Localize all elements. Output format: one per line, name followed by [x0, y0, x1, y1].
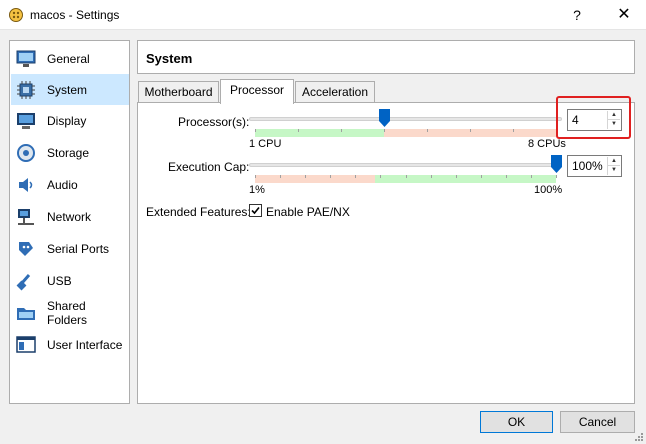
sidebar-item-label: USB [47, 273, 72, 288]
sidebar-item-storage[interactable]: Storage [11, 137, 129, 168]
execution-cap-slider-handle[interactable] [551, 155, 562, 173]
page-title: System [146, 51, 193, 66]
resize-grip-icon[interactable] [634, 432, 644, 442]
sidebar-item-label: Audio [47, 177, 78, 192]
extended-features-label: Extended Features: [146, 205, 251, 219]
settings-sidebar: General System Display Storage Audio Net… [9, 40, 130, 404]
scale-tick [405, 175, 407, 178]
scale-tick [505, 175, 507, 178]
sidebar-item-label: Storage [47, 145, 90, 160]
execution-cap-spinbox[interactable]: 100% ▲ ▼ [567, 155, 622, 177]
scale-tick [298, 129, 299, 132]
page-header: System [137, 40, 635, 74]
sidebar-item-label: Serial Ports [47, 241, 110, 256]
virtualbox-icon [9, 8, 23, 22]
scale-tick [513, 129, 514, 132]
scale-tick [556, 175, 557, 178]
sidebar-item-label: Network [47, 209, 92, 224]
scale-tick [355, 175, 357, 178]
close-icon: ✕ [617, 6, 631, 23]
sidebar-item-usb[interactable]: USB [11, 265, 129, 296]
sidebar-item-label: General [47, 51, 90, 66]
scale-tick [384, 129, 385, 132]
scale-tick [280, 175, 282, 178]
scale-segment [255, 129, 384, 137]
processor-slider-track[interactable] [249, 117, 562, 121]
sidebar-item-label: User Interface [47, 337, 123, 352]
sidebar-item-label: System [47, 82, 88, 97]
execution-cap-value: 100% [572, 159, 603, 173]
sidebar-item-network[interactable]: Network [11, 201, 129, 232]
help-button[interactable]: ? [560, 0, 594, 30]
scale-tick [430, 175, 432, 178]
spin-up-icon[interactable]: ▲ [608, 157, 620, 166]
folder-icon [15, 302, 37, 324]
checkmark-icon [251, 206, 260, 215]
sidebar-item-system[interactable]: System [11, 74, 129, 105]
user-interface-icon [15, 334, 37, 356]
enable-pae-nx-label[interactable]: Enable PAE/NX [266, 205, 350, 219]
processor-max-label: 8 CPUs [528, 138, 566, 150]
tab-motherboard[interactable]: Motherboard [138, 81, 219, 103]
execution-cap-label: Execution Cap: [168, 160, 250, 174]
disk-icon [15, 142, 37, 164]
network-icon [15, 206, 37, 228]
execution-cap-min-label: 1% [249, 184, 265, 196]
processor-label: Processor(s): [178, 115, 250, 129]
sidebar-item-label: Display [47, 113, 87, 128]
highlight-box [556, 96, 631, 139]
scale-segment [375, 175, 556, 183]
sidebar-item-general[interactable]: General [11, 43, 129, 74]
sidebar-item-user-interface[interactable]: User Interface [11, 329, 129, 360]
general-monitor-icon [15, 48, 37, 70]
sidebar-item-serial-ports[interactable]: Serial Ports [11, 233, 129, 264]
ok-button[interactable]: OK [480, 411, 553, 433]
display-monitor-icon [15, 110, 37, 132]
usb-icon [15, 270, 37, 292]
scale-tick [380, 175, 382, 178]
scale-tick [480, 175, 482, 178]
speaker-icon [15, 174, 37, 196]
processor-slider-scale [255, 129, 557, 137]
sidebar-item-label: Shared Folders [47, 298, 88, 327]
sidebar-item-display[interactable]: Display [11, 105, 129, 136]
scale-segment [255, 175, 376, 183]
scale-tick [427, 129, 428, 132]
tab-processor[interactable]: Processor [220, 79, 294, 104]
scale-tick [341, 129, 342, 132]
scale-tick [530, 175, 532, 178]
execution-cap-max-label: 100% [534, 184, 563, 196]
scale-tick [255, 175, 256, 178]
scale-tick [305, 175, 307, 178]
enable-pae-nx-checkbox[interactable] [249, 204, 262, 217]
close-button[interactable]: ✕ [604, 0, 644, 30]
sidebar-item-audio[interactable]: Audio [11, 169, 129, 200]
processor-min-label: 1 CPU [249, 138, 282, 150]
serial-port-icon [15, 238, 37, 260]
sidebar-item-shared-folders[interactable]: Shared Folders [11, 297, 129, 328]
chip-icon [15, 79, 37, 101]
tab-acceleration[interactable]: Acceleration [295, 81, 375, 103]
title-bar: macos - Settings ? ✕ [0, 0, 646, 30]
cancel-button[interactable]: Cancel [560, 411, 635, 433]
scale-tick [330, 175, 332, 178]
window-title: macos - Settings [30, 8, 120, 22]
execution-cap-slider-track[interactable] [249, 163, 562, 167]
scale-tick [455, 175, 457, 178]
execution-cap-slider-scale [255, 175, 557, 183]
spin-down-icon[interactable]: ▼ [608, 166, 620, 175]
processor-slider-handle[interactable] [379, 109, 390, 127]
scale-tick [255, 129, 256, 132]
scale-tick [470, 129, 471, 132]
